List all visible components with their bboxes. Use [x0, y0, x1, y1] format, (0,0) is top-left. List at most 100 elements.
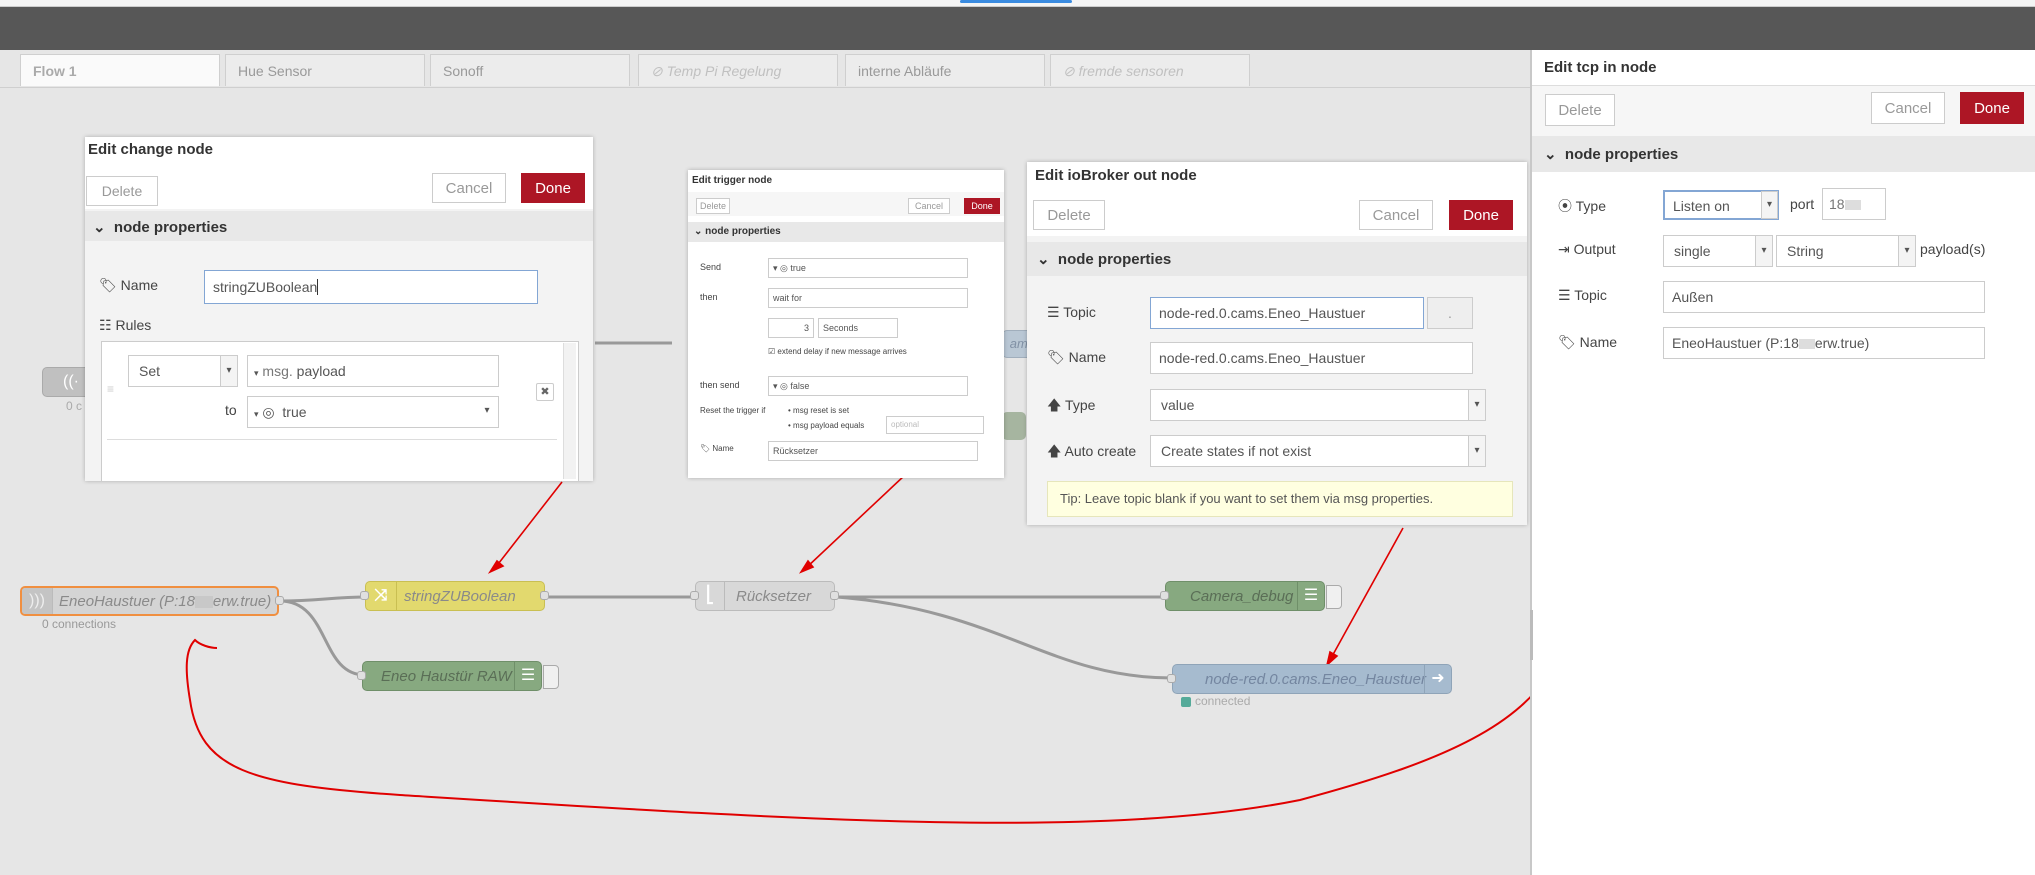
cancel-button[interactable]: Cancel [908, 198, 950, 214]
name-label: 🏷 Name [1047, 349, 1107, 365]
then-select[interactable]: wait for [768, 288, 968, 308]
tcp-in-node[interactable]: ))) EneoHaustuer (P:18 erw.true) [20, 586, 279, 616]
done-button[interactable]: Done [1449, 200, 1513, 230]
debug-toggle-button[interactable] [543, 665, 559, 689]
delete-button[interactable]: Delete [86, 176, 158, 206]
caret-down-icon: ▾ [254, 368, 259, 378]
section-label: node properties [1564, 146, 1679, 163]
sidebar-title: Edit tcp in node [1532, 50, 2035, 86]
chevron-down-icon: ⌄ [93, 219, 110, 236]
delete-button[interactable]: Delete [696, 198, 730, 214]
output-format-select[interactable]: String [1776, 235, 1916, 267]
eneo-raw-debug-node[interactable]: Eneo Haustür RAW ☰ [362, 661, 542, 691]
list-icon: ☷ [99, 317, 112, 333]
edit-change-dialog: Edit change node Delete Cancel Done ⌄ no… [85, 137, 593, 481]
node-label: Camera_debug [1190, 588, 1294, 605]
tab-temp-pi-regelung[interactable]: ⊘ Temp Pi Regelung [638, 54, 838, 86]
delete-button[interactable]: Delete [1033, 200, 1105, 230]
type-select[interactable]: value [1150, 389, 1486, 421]
tag-icon: 🏷 [99, 277, 117, 293]
section-label: node properties [1057, 251, 1172, 268]
reset-option-2: • msg payload equals [788, 421, 865, 430]
input-port[interactable] [1160, 591, 1169, 600]
output-port[interactable] [275, 596, 284, 605]
then-label: then [700, 292, 718, 302]
cancel-button[interactable]: Cancel [1871, 92, 1945, 124]
delay-unit-select[interactable]: Seconds [818, 318, 898, 338]
drag-handle-icon[interactable]: ≡ [107, 382, 114, 396]
then-send-input[interactable]: ▾ ◎ false [768, 376, 968, 396]
input-port[interactable] [1167, 674, 1176, 683]
input-port[interactable] [690, 591, 699, 600]
tab-flow-1[interactable]: Flow 1 [20, 54, 220, 86]
camera-debug-node[interactable]: Camera_debug ☰ [1165, 581, 1325, 611]
property-value: payload [296, 363, 346, 379]
chevron-down-icon: ▾ [1468, 435, 1486, 467]
delete-button[interactable]: Delete [1545, 94, 1615, 126]
iobroker-out-node[interactable]: node-red.0.cams.Eneo_Haustuer ➜ [1172, 664, 1452, 694]
topic-input[interactable]: node-red.0.cams.Eneo_Haustuer [1150, 297, 1424, 329]
tcp-node-status: 0 connections [42, 617, 117, 631]
background-node-debug[interactable] [1002, 412, 1026, 440]
edit-trigger-dialog: Edit trigger node Delete Cancel Done ⌄ n… [688, 170, 1004, 478]
topic-label: ☰ Topic [1558, 287, 1607, 303]
rule-property-input[interactable]: ▾ msg. payload [247, 355, 499, 387]
tip-box: Tip: Leave topic blank if you want to se… [1047, 481, 1513, 517]
cancel-button[interactable]: Cancel [432, 173, 506, 203]
sidebar-resize-handle[interactable] [1530, 610, 1533, 660]
topic-input[interactable]: Außen [1663, 281, 1985, 313]
extend-delay-checkbox[interactable]: ☑ extend delay if new message arrives [768, 347, 907, 356]
name-input[interactable]: node-red.0.cams.Eneo_Haustuer [1150, 342, 1473, 374]
done-button[interactable]: Done [964, 198, 1000, 214]
output-label: ⇥ Output [1558, 241, 1616, 257]
node-properties-section[interactable]: ⌄ node properties [688, 222, 1004, 242]
output-port[interactable] [830, 591, 839, 600]
disabled-icon: ⊘ [1063, 63, 1079, 79]
node-properties-section[interactable]: ⌄ node properties [1532, 136, 2035, 172]
name-input[interactable]: EneoHaustuer (P:18 erw.true) [1663, 327, 1985, 359]
reset-payload-input[interactable]: optional [886, 416, 984, 434]
wifi-icon: ))) [22, 588, 53, 614]
name-input[interactable]: stringZUBoolean [204, 270, 538, 304]
arrow-up-icon: 🡅 [1047, 397, 1062, 413]
done-button[interactable]: Done [521, 173, 585, 203]
node-properties-section[interactable]: ⌄ node properties [1027, 242, 1527, 276]
caret-down-icon: ▾ [254, 409, 259, 419]
section-label: node properties [705, 226, 781, 237]
trigger-node[interactable]: ⎣ Rücksetzer [695, 581, 835, 611]
trigger-icon: ⎣ [696, 582, 725, 610]
done-button[interactable]: Done [1960, 92, 2024, 124]
cancel-button[interactable]: Cancel [1359, 200, 1433, 230]
rule-value-input[interactable]: ▾ ◎ true [247, 396, 499, 428]
background-node-status: 0 c [66, 399, 83, 413]
remove-rule-button[interactable]: ✖ [536, 383, 554, 401]
input-port[interactable] [357, 671, 366, 680]
delay-input[interactable]: 3 [768, 318, 814, 338]
chevron-down-icon: ⌄ [694, 226, 703, 237]
disabled-icon: ⊘ [651, 63, 667, 79]
tab-fremde-sensoren[interactable]: ⊘ fremde sensoren [1050, 54, 1250, 86]
node-properties-section[interactable]: ⌄ node properties [85, 211, 593, 241]
tab-label: Flow 1 [33, 63, 77, 79]
rules-scrollbar[interactable] [563, 343, 576, 479]
dialog-toolbar [688, 192, 1004, 216]
auto-create-select[interactable]: Create states if not exist [1150, 435, 1486, 467]
node-label: Rücksetzer [736, 588, 812, 605]
type-icon: ◎ [780, 263, 788, 273]
tab-interne-ablaeufe[interactable]: interne Abläufe [845, 54, 1045, 86]
tab-sonoff[interactable]: Sonoff [430, 54, 630, 86]
input-port[interactable] [360, 591, 369, 600]
to-label: to [225, 402, 237, 418]
shuffle-icon: ⤨ [366, 582, 397, 610]
output-port[interactable] [540, 591, 549, 600]
tab-label: Sonoff [443, 63, 484, 79]
sign-out-icon: ⇥ [1558, 241, 1570, 257]
change-node[interactable]: ⤨ stringZUBoolean [365, 581, 545, 611]
port-input[interactable]: 18 [1822, 188, 1886, 220]
topic-browse-button[interactable]: . [1427, 297, 1473, 329]
send-value-input[interactable]: ▾ ◎ true [768, 258, 968, 278]
debug-toggle-button[interactable] [1326, 585, 1342, 609]
node-label: stringZUBoolean [404, 588, 516, 605]
tab-hue-sensor[interactable]: Hue Sensor [225, 54, 425, 86]
name-input[interactable]: Rücksetzer [768, 441, 978, 461]
